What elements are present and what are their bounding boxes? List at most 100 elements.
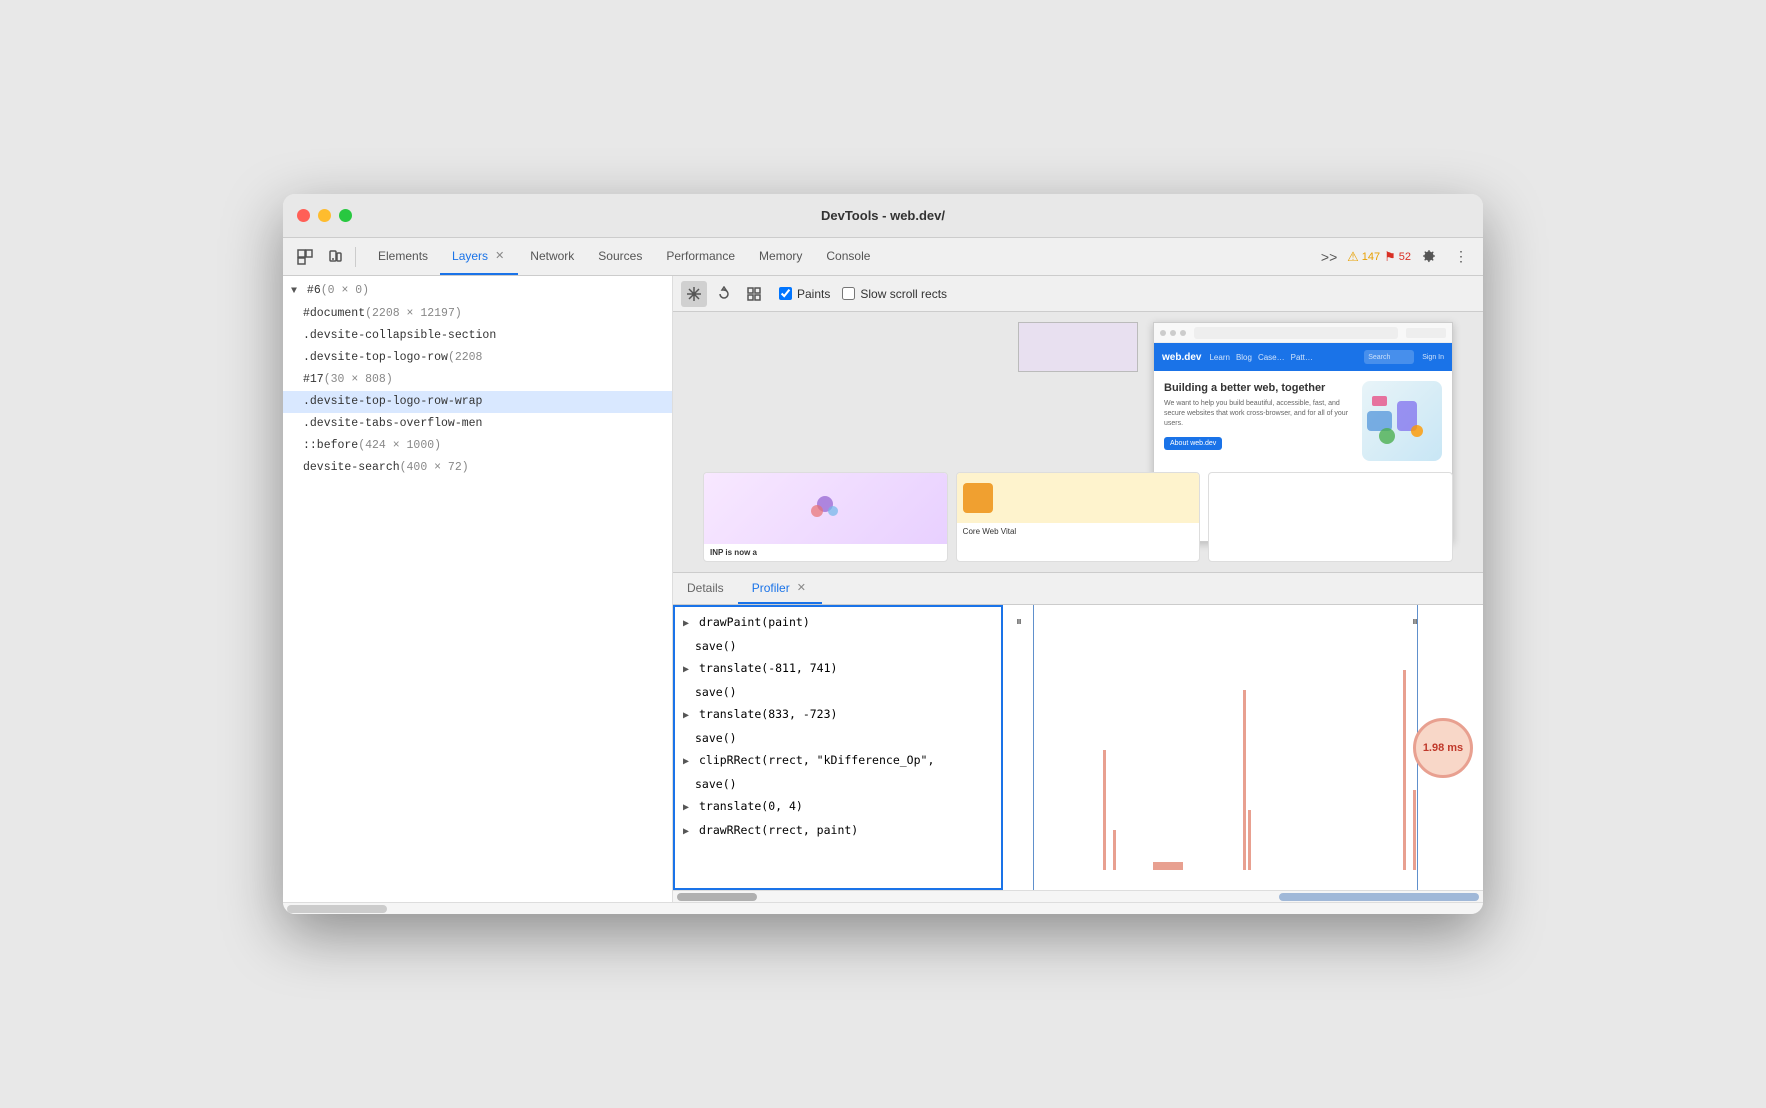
small-preview-top xyxy=(1018,322,1138,372)
profiler-item-translate1[interactable]: ▶ translate(-811, 741) xyxy=(675,657,1001,681)
tab-profiler[interactable]: Profiler ✕ xyxy=(738,573,822,604)
main-scrollbar xyxy=(283,902,1483,914)
timeline-bars xyxy=(1003,605,1483,890)
profiler-item-save-2[interactable]: save() xyxy=(675,681,1001,703)
slow-scroll-rects-checkbox[interactable] xyxy=(842,287,855,300)
rotate-tool-button[interactable] xyxy=(711,281,737,307)
profiler-item-drawrrect[interactable]: ▶ drawRRect(rrect, paint) xyxy=(675,819,1001,843)
inspect-element-button[interactable] xyxy=(291,243,319,271)
tab-console[interactable]: Console xyxy=(814,238,882,275)
close-button[interactable] xyxy=(297,209,310,222)
arrow-icon-5: ▶ xyxy=(683,802,689,813)
warning-icon: ⚠ xyxy=(1347,249,1359,265)
maximize-button[interactable] xyxy=(339,209,352,222)
nav-learn: Learn xyxy=(1209,353,1229,362)
tree-item-tabs-overflow-menu[interactable]: .devsite-tabs-overflow-men xyxy=(283,413,672,435)
more-options-button[interactable]: ⋮ xyxy=(1447,243,1475,271)
left-scrubber xyxy=(1033,605,1034,890)
profiler-item-save-3[interactable]: save() xyxy=(675,727,1001,749)
card-1-text: INP is now a xyxy=(704,544,947,561)
tree-item-root[interactable]: ▼ #6(0 × 0) xyxy=(283,280,672,303)
tab-sources[interactable]: Sources xyxy=(586,238,654,275)
scrollbar-thumb-left[interactable] xyxy=(677,893,757,901)
minimize-button[interactable] xyxy=(318,209,331,222)
card-1-image xyxy=(704,473,947,544)
profiler-item-cliprrect[interactable]: ▶ clipRRect(rrect, "kDifference_Op", xyxy=(675,749,1001,773)
arrow-icon-4: ▶ xyxy=(683,756,689,767)
title-bar: DevTools - web.dev/ xyxy=(283,194,1483,238)
timing-badge: 1.98 ms xyxy=(1413,718,1473,778)
preview-nav-right xyxy=(1406,328,1446,338)
profiler-item-translate3[interactable]: ▶ translate(0, 4) xyxy=(675,795,1001,819)
slow-scroll-rects-checkbox-label[interactable]: Slow scroll rects xyxy=(842,287,947,301)
layers-toolbar: Paints Slow scroll rects xyxy=(673,276,1483,312)
card-2-image xyxy=(957,473,1200,523)
paint-bar-6 xyxy=(1413,790,1416,870)
preview-nav-dots xyxy=(1160,330,1186,336)
arrow-icon-3: ▶ xyxy=(683,710,689,721)
paint-bar-5 xyxy=(1403,670,1406,870)
preview-card-2: Core Web Vital xyxy=(956,472,1201,562)
tree-item-top-logo-row-wrap[interactable]: .devsite-top-logo-row-wrap xyxy=(283,391,672,413)
preview-url-bar xyxy=(1194,327,1398,339)
tab-elements[interactable]: Elements xyxy=(366,238,440,275)
error-badge[interactable]: ⚑ 52 xyxy=(1384,249,1411,265)
arrow-icon: ▶ xyxy=(683,618,689,629)
tab-layers[interactable]: Layers ✕ xyxy=(440,238,518,275)
preview-dot-2 xyxy=(1170,330,1176,336)
sign-in: Sign In xyxy=(1422,354,1444,361)
paints-checkbox-label[interactable]: Paints xyxy=(779,287,830,301)
preview-area: web.dev Learn Blog Case… Patt… Search Si… xyxy=(673,312,1483,572)
tab-performance[interactable]: Performance xyxy=(654,238,747,275)
scrollbar-thumb-right[interactable] xyxy=(1279,893,1479,901)
error-icon: ⚑ xyxy=(1384,249,1396,265)
profiler-timeline: ⏸ ⏸ xyxy=(1003,605,1483,890)
tab-list: Elements Layers ✕ Network Sources Perfor… xyxy=(366,238,882,275)
tree-item-17[interactable]: #17(30 × 808) xyxy=(283,369,672,391)
more-tabs-button[interactable]: >> xyxy=(1315,243,1343,271)
profiler-item-translate2[interactable]: ▶ translate(833, -723) xyxy=(675,703,1001,727)
window-title: DevTools - web.dev/ xyxy=(821,208,945,223)
settings-button[interactable] xyxy=(1415,243,1443,271)
tab-layers-close[interactable]: ✕ xyxy=(493,249,506,262)
devtools-window: DevTools - web.dev/ Elements Layers xyxy=(283,194,1483,914)
profiler-item-save-4[interactable]: save() xyxy=(675,773,1001,795)
device-toolbar-button[interactable] xyxy=(321,243,349,271)
bottom-panel: Details Profiler ✕ ▶ drawPaint(paint) xyxy=(673,572,1483,902)
tab-memory[interactable]: Memory xyxy=(747,238,814,275)
pan-tool-button[interactable] xyxy=(681,281,707,307)
paints-checkbox[interactable] xyxy=(779,287,792,300)
main-content: ▼ #6(0 × 0) #document(2208 × 12197) .dev… xyxy=(283,276,1483,902)
search-bar: Search xyxy=(1364,350,1414,364)
devtools-toolbar: Elements Layers ✕ Network Sources Perfor… xyxy=(283,238,1483,276)
tree-item-before[interactable]: ::before(424 × 1000) xyxy=(283,435,672,457)
web-preview-body: Building a better web, together We want … xyxy=(1154,371,1452,471)
tab-details[interactable]: Details xyxy=(673,573,738,604)
preview-card-3 xyxy=(1208,472,1453,562)
nav-blog: Blog xyxy=(1236,353,1252,362)
preview-card-1: INP is now a xyxy=(703,472,948,562)
paint-bar-1 xyxy=(1103,750,1106,870)
profiler-item-save-1[interactable]: save() xyxy=(675,635,1001,657)
about-button[interactable]: About web.dev xyxy=(1164,437,1222,450)
window-controls xyxy=(297,209,352,222)
profiler-scrollbar[interactable] xyxy=(673,890,1483,902)
profiler-item-drawpaint[interactable]: ▶ drawPaint(paint) xyxy=(675,611,1001,635)
tree-item-top-logo-row[interactable]: .devsite-top-logo-row(2208 xyxy=(283,347,672,369)
tree-item-devsite-search[interactable]: devsite-search(400 × 72) xyxy=(283,457,672,479)
tree-item-collapsible-section[interactable]: .devsite-collapsible-section xyxy=(283,325,672,347)
tree-item-document[interactable]: #document(2208 × 12197) xyxy=(283,303,672,325)
layers-tree: ▼ #6(0 × 0) #document(2208 × 12197) .dev… xyxy=(283,276,672,902)
web-preview-header: web.dev Learn Blog Case… Patt… Search Si… xyxy=(1154,343,1452,371)
card-2-thumb xyxy=(963,483,993,513)
paint-bar-2 xyxy=(1113,830,1116,870)
profiler-tree: ▶ drawPaint(paint) save() ▶ translate(-8… xyxy=(673,605,1003,890)
tab-network[interactable]: Network xyxy=(518,238,586,275)
web-preview-text: Building a better web, together We want … xyxy=(1164,381,1352,461)
preview-cards: INP is now a Core Web Vital xyxy=(703,472,1453,562)
warning-badge[interactable]: ⚠ 147 xyxy=(1347,249,1380,265)
reset-tool-button[interactable] xyxy=(741,281,767,307)
toolbar-right: >> ⚠ 147 ⚑ 52 ⋮ xyxy=(1315,243,1475,271)
main-scrollbar-thumb[interactable] xyxy=(287,905,387,913)
tab-profiler-close[interactable]: ✕ xyxy=(795,581,808,594)
